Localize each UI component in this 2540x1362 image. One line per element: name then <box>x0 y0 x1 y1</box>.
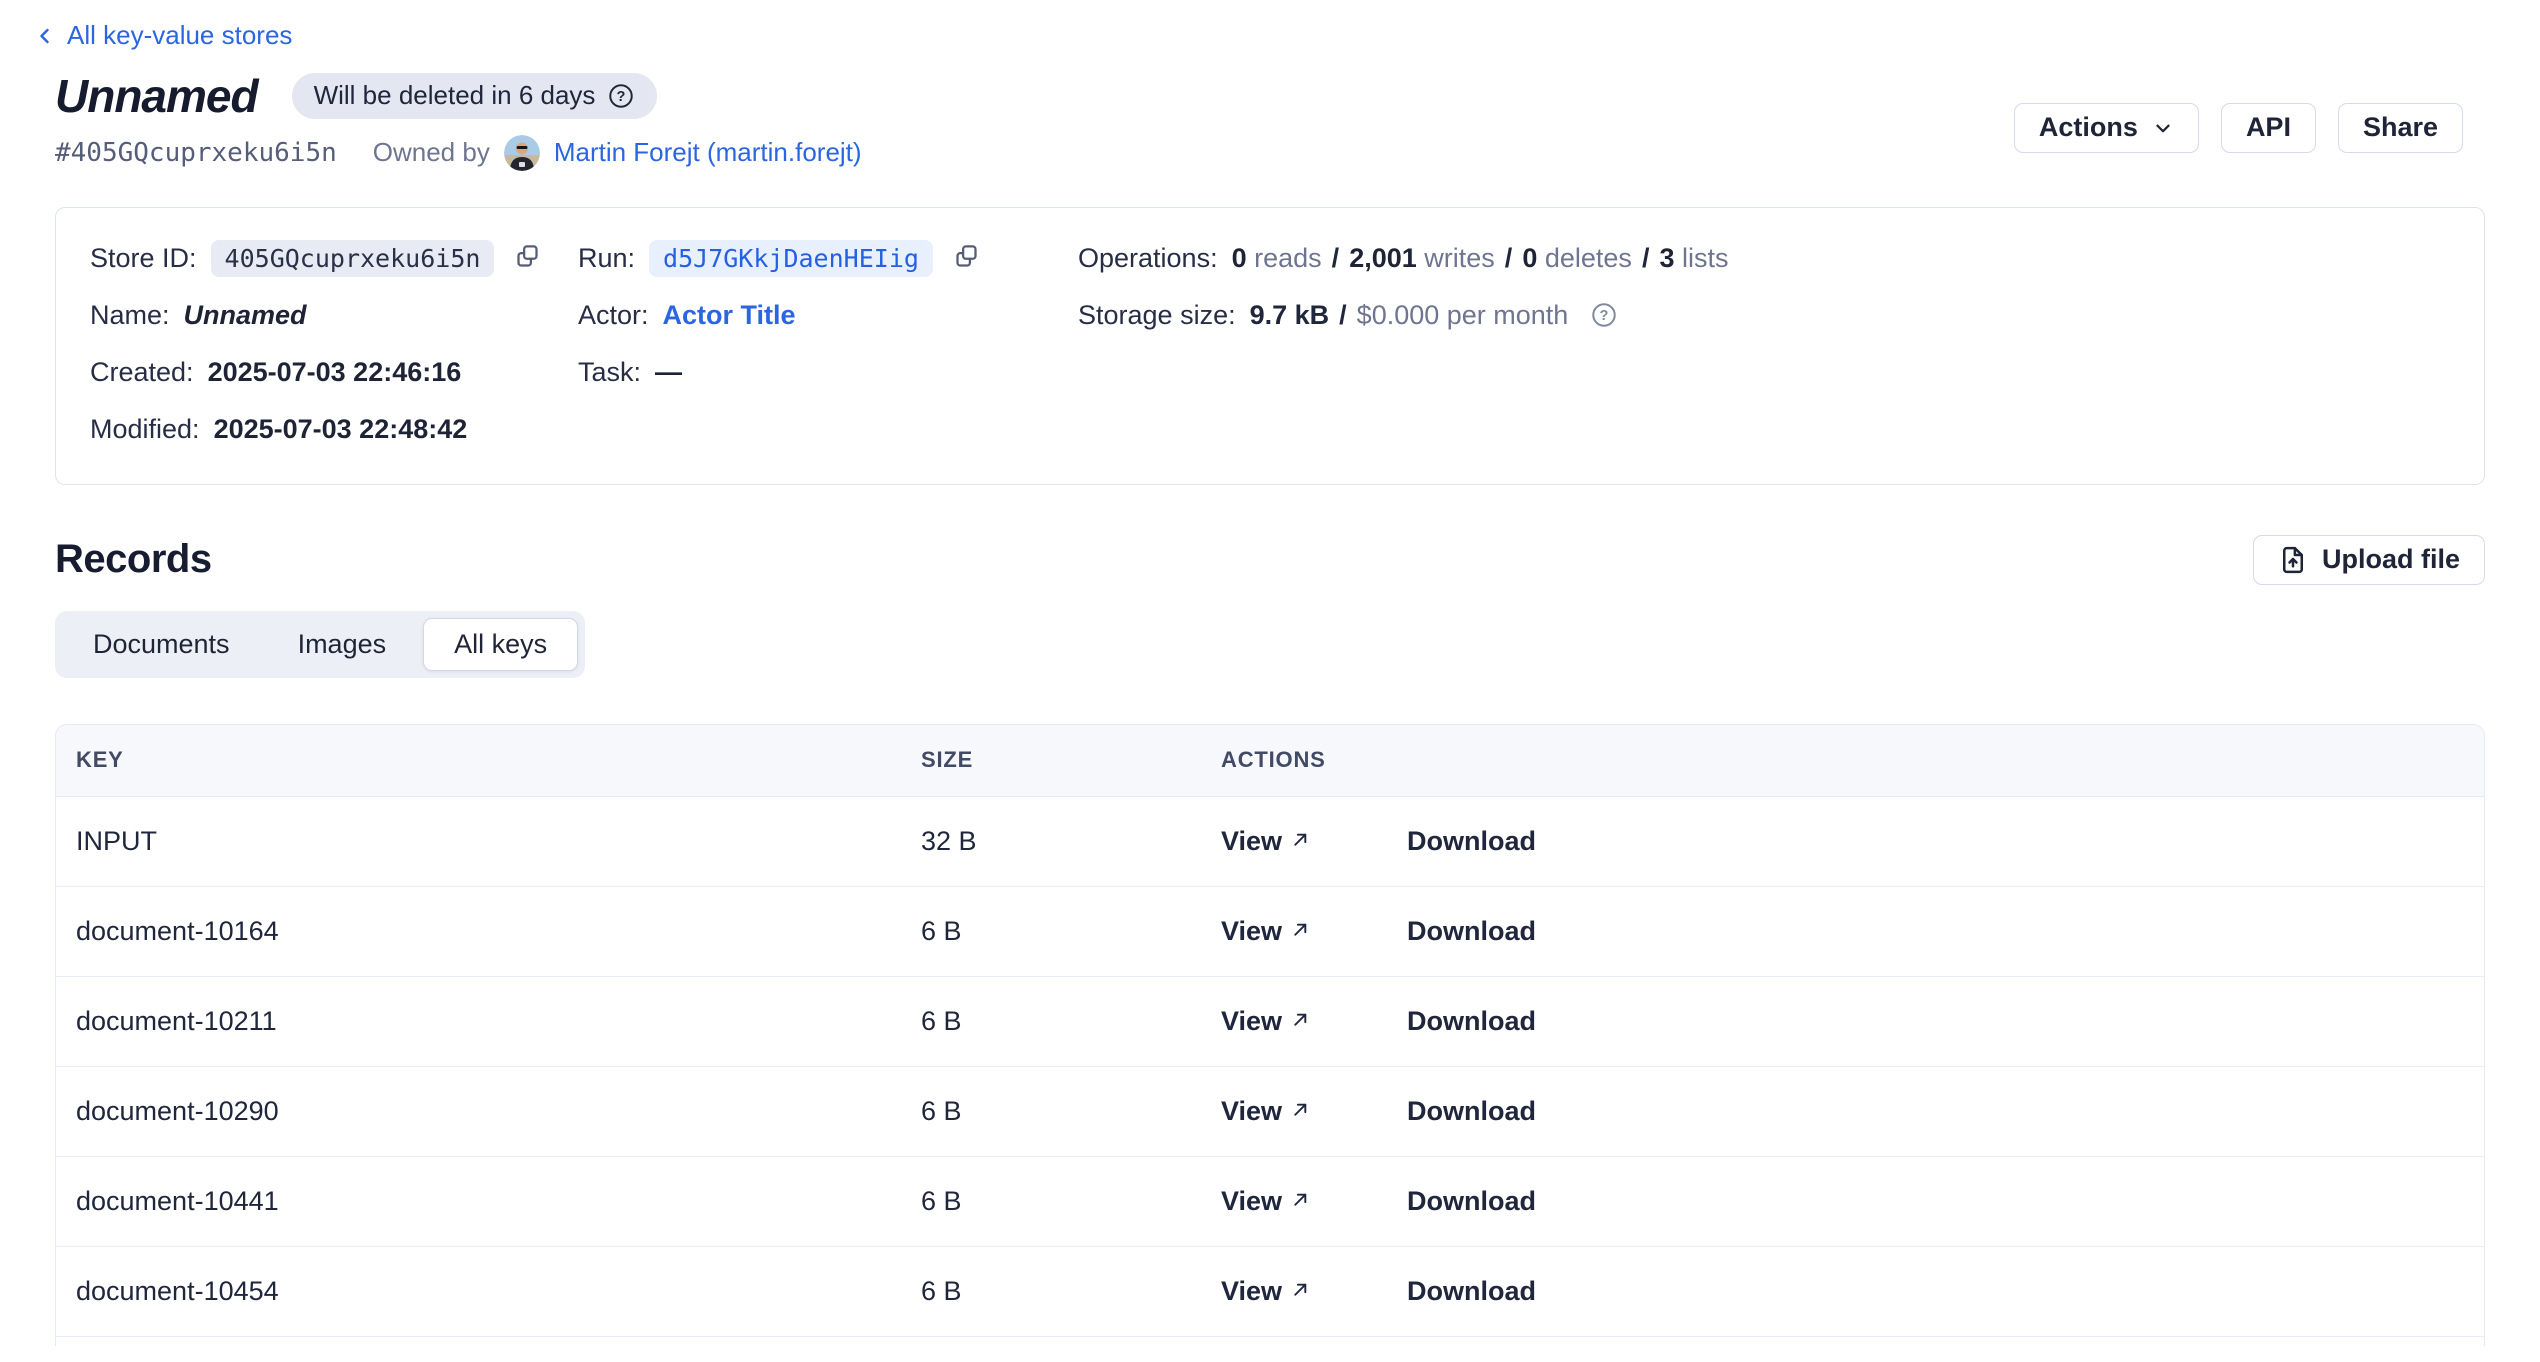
breadcrumb-label: All key-value stores <box>67 20 292 51</box>
table-row: document-10290 6 B View Download <box>56 1067 2484 1157</box>
actor-label: Actor: <box>578 300 649 331</box>
download-link[interactable]: Download <box>1407 916 1536 947</box>
table-row: document-10211 6 B View Download <box>56 977 2484 1067</box>
upload-file-button[interactable]: Upload file <box>2253 535 2485 585</box>
copy-icon <box>514 243 541 273</box>
external-link-icon <box>1290 1096 1311 1127</box>
share-button[interactable]: Share <box>2338 103 2463 153</box>
chevron-down-icon <box>2152 117 2174 139</box>
svg-text:?: ? <box>1600 308 1609 324</box>
records-title: Records <box>55 537 212 582</box>
view-link[interactable]: View <box>1221 1276 1311 1307</box>
operations-label: Operations: <box>1078 243 1218 274</box>
run-link[interactable]: d5J7GKkjDaenHEIig <box>649 240 933 277</box>
tab-all-keys[interactable]: All keys <box>423 618 578 671</box>
column-header-size: SIZE <box>921 747 1221 773</box>
view-link[interactable]: View <box>1221 916 1311 947</box>
deletion-badge: Will be deleted in 6 days ? <box>292 73 658 119</box>
record-key: document-10454 <box>76 1276 921 1307</box>
actor-link[interactable]: Actor Title <box>663 300 796 331</box>
avatar[interactable] <box>504 135 540 171</box>
records-tab-group: DocumentsImagesAll keys <box>55 611 585 678</box>
api-button[interactable]: API <box>2221 103 2316 153</box>
tab-images[interactable]: Images <box>267 618 418 671</box>
download-link[interactable]: Download <box>1407 1276 1536 1307</box>
modified-label: Modified: <box>90 414 200 445</box>
record-size: 6 B <box>921 1006 1221 1037</box>
download-link[interactable]: Download <box>1407 1096 1536 1127</box>
page-title: Unnamed <box>55 69 258 123</box>
modified-value: 2025-07-03 22:48:42 <box>214 414 468 445</box>
page-header: Unnamed Will be deleted in 6 days ? #405… <box>55 69 2485 171</box>
record-key: document-10290 <box>76 1096 921 1127</box>
external-link-icon <box>1290 1006 1311 1037</box>
record-key: INPUT <box>76 826 921 857</box>
created-value: 2025-07-03 22:46:16 <box>208 357 462 388</box>
svg-text:?: ? <box>617 89 626 105</box>
record-size: 6 B <box>921 1096 1221 1127</box>
copy-run-id-button[interactable] <box>953 243 980 273</box>
record-size: 6 B <box>921 1186 1221 1217</box>
external-link-icon <box>1290 1186 1311 1217</box>
operations-value: 0 reads/2,001 writes/0 deletes/3 lists <box>1232 243 1729 274</box>
created-label: Created: <box>90 357 194 388</box>
run-label: Run: <box>578 243 635 274</box>
owner-link[interactable]: Martin Forejt (martin.forejt) <box>554 137 862 168</box>
download-link[interactable]: Download <box>1407 826 1536 857</box>
external-link-icon <box>1290 916 1311 947</box>
name-value: Unnamed <box>184 300 307 331</box>
deletion-badge-label: Will be deleted in 6 days <box>314 80 596 111</box>
table-row: document-10441 6 B View Download <box>56 1157 2484 1247</box>
storage-size-value: 9.7 kB/$0.000 per month <box>1250 300 1569 331</box>
breadcrumb[interactable]: All key-value stores <box>33 20 292 51</box>
actions-button[interactable]: Actions <box>2014 103 2199 153</box>
table-row: INPUT 32 B View Download <box>56 797 2484 887</box>
download-link[interactable]: Download <box>1407 1006 1536 1037</box>
file-upload-icon <box>2278 545 2308 575</box>
store-id-label: Store ID: <box>90 243 197 274</box>
copy-store-id-button[interactable] <box>514 243 541 273</box>
record-size: 6 B <box>921 916 1221 947</box>
record-key: document-10441 <box>76 1186 921 1217</box>
store-hash: #405GQcuprxeku6i5n <box>55 138 337 168</box>
view-link[interactable]: View <box>1221 1096 1311 1127</box>
chevron-left-icon <box>33 24 57 48</box>
view-link[interactable]: View <box>1221 826 1311 857</box>
records-table: KEY SIZE ACTIONS INPUT 32 B View Downloa… <box>55 724 2485 1346</box>
question-circle-icon[interactable]: ? <box>607 82 635 110</box>
view-link[interactable]: View <box>1221 1006 1311 1037</box>
name-label: Name: <box>90 300 170 331</box>
copy-icon <box>953 243 980 273</box>
table-header-row: KEY SIZE ACTIONS <box>56 725 2484 797</box>
download-link[interactable]: Download <box>1407 1186 1536 1217</box>
store-id-value: 405GQcuprxeku6i5n <box>211 240 495 277</box>
external-link-icon <box>1290 1276 1311 1307</box>
key-value-store-page: All key-value stores Unnamed Will be del… <box>0 0 2540 1362</box>
question-circle-icon[interactable]: ? <box>1590 301 1618 329</box>
tab-documents[interactable]: Documents <box>62 618 261 671</box>
task-value: — <box>655 357 682 388</box>
view-link[interactable]: View <box>1221 1186 1311 1217</box>
table-row: document-10164 6 B View Download <box>56 887 2484 977</box>
record-size: 6 B <box>921 1276 1221 1307</box>
store-info-card: Store ID: 405GQcuprxeku6i5n Name: Unname… <box>55 207 2485 485</box>
external-link-icon <box>1290 826 1311 857</box>
storage-size-label: Storage size: <box>1078 300 1236 331</box>
record-key: document-10211 <box>76 1006 921 1037</box>
column-header-actions: ACTIONS <box>1221 747 2464 773</box>
record-size: 32 B <box>921 826 1221 857</box>
column-header-key: KEY <box>76 747 921 773</box>
table-row: document-10454 6 B View Download <box>56 1247 2484 1337</box>
record-key: document-10164 <box>76 916 921 947</box>
task-label: Task: <box>578 357 641 388</box>
owned-by-label: Owned by <box>373 137 490 168</box>
